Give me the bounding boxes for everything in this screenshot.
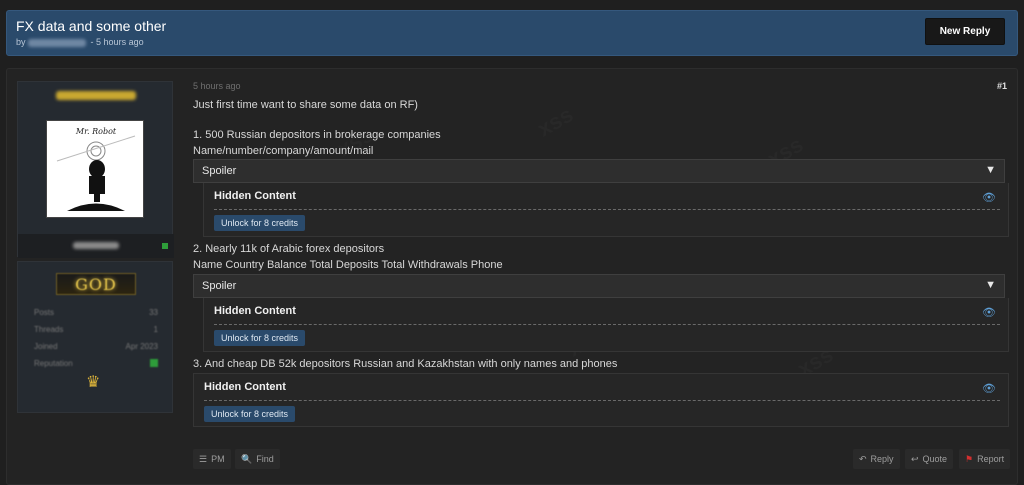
user-card: Mr. Robot [17, 81, 174, 258]
report-label: Report [977, 454, 1005, 464]
eye-icon[interactable]: 👁 [982, 382, 996, 395]
chevron-down-icon: ▼ [985, 279, 996, 291]
rank-badge: GOD [56, 273, 136, 295]
report-button[interactable]: ⚑ Report [959, 449, 1011, 469]
thread-header: FX data and some other by - 5 hours ago … [6, 10, 1018, 56]
reply-button[interactable]: ↶ Reply [853, 449, 900, 469]
stat-label: Threads [34, 325, 64, 334]
post-intro: Just first time want to share some data … [193, 99, 418, 111]
username-redacted[interactable] [56, 91, 136, 100]
section1-fields: Name/number/company/amount/mail [193, 145, 374, 157]
spoiler-label: Spoiler [202, 165, 237, 177]
stat-joined: Joined Apr 2023 [34, 342, 158, 352]
spoiler-toggle[interactable]: Spoiler ▼ [193, 274, 1005, 298]
reply-icon: ↶ [859, 453, 867, 464]
section3-title: 3. And cheap DB 52k depositors Russian a… [193, 358, 618, 370]
divider [204, 400, 1000, 401]
hidden-content-title: Hidden Content [204, 381, 286, 393]
author-name-redacted[interactable] [28, 38, 87, 47]
search-icon: 🔍 [241, 453, 253, 464]
meta-by: by [16, 37, 26, 47]
section2-title: 2. Nearly 11k of Arabic forex depositors [193, 243, 385, 255]
online-indicator [162, 243, 168, 249]
divider [214, 324, 1000, 325]
user-stats: GOD Posts 33 Threads 1 Joined Apr 2023 R… [17, 261, 173, 413]
flag-icon: ⚑ [965, 453, 974, 464]
hidden-content-box: Hidden Content 👁 Unlock for 8 credits [193, 373, 1009, 427]
chevron-down-icon: ▼ [985, 164, 996, 176]
section1-title: 1. 500 Russian depositors in brokerage c… [193, 129, 441, 141]
hidden-content-box: Hidden Content 👁 Unlock for 8 credits [203, 298, 1009, 352]
unlock-button[interactable]: Unlock for 8 credits [214, 215, 306, 231]
stat-value: Apr 2023 [125, 342, 158, 351]
quote-icon: ↩ [911, 453, 919, 464]
eye-icon[interactable]: 👁 [982, 191, 996, 204]
unlock-button[interactable]: Unlock for 8 credits [204, 406, 296, 422]
reputation-indicator[interactable] [150, 359, 158, 367]
find-button[interactable]: 🔍 Find [235, 449, 280, 469]
stat-threads: Threads 1 [34, 325, 158, 335]
quote-label: Quote [922, 454, 948, 464]
meta-time: - 5 hours ago [90, 37, 144, 47]
eye-icon[interactable]: 👁 [982, 306, 996, 319]
user-name-strip [18, 234, 174, 258]
pm-icon: ☰ [199, 453, 208, 464]
hidden-content-title: Hidden Content [214, 305, 296, 317]
post-time: 5 hours ago [193, 81, 241, 91]
divider [214, 209, 1000, 210]
unlock-button[interactable]: Unlock for 8 credits [214, 330, 306, 346]
crown-icon: ♛ [86, 374, 101, 391]
hidden-content-box: Hidden Content 👁 Unlock for 8 credits [203, 183, 1009, 237]
spoiler-label: Spoiler [202, 280, 237, 292]
avatar[interactable]: Mr. Robot [46, 120, 144, 218]
new-reply-button[interactable]: New Reply [925, 18, 1005, 45]
post-number[interactable]: #1 [997, 81, 1007, 91]
thread-title: FX data and some other [16, 18, 167, 34]
stat-reputation: Reputation [34, 359, 158, 369]
hidden-content-title: Hidden Content [214, 190, 296, 202]
post: xss xss xss xss xss xss Mr. Robot GOD [6, 68, 1018, 485]
thread-meta: by - 5 hours ago [16, 37, 144, 47]
reply-label: Reply [870, 454, 894, 464]
stat-label: Posts [34, 308, 55, 317]
find-label: Find [256, 454, 274, 464]
pm-button[interactable]: ☰ PM [193, 449, 231, 469]
stat-label: Joined [34, 342, 58, 351]
stat-label: Reputation [34, 359, 73, 368]
stat-posts: Posts 33 [34, 308, 158, 318]
username-secondary-redacted [73, 242, 119, 249]
quote-button[interactable]: ↩ Quote [905, 449, 954, 469]
stat-value: 1 [153, 325, 158, 334]
pm-label: PM [211, 454, 225, 464]
stat-value: 33 [149, 308, 158, 317]
svg-text:Mr. Robot: Mr. Robot [75, 127, 117, 136]
spoiler-toggle[interactable]: Spoiler ▼ [193, 159, 1005, 183]
section2-fields: Name Country Balance Total Deposits Tota… [193, 259, 503, 271]
